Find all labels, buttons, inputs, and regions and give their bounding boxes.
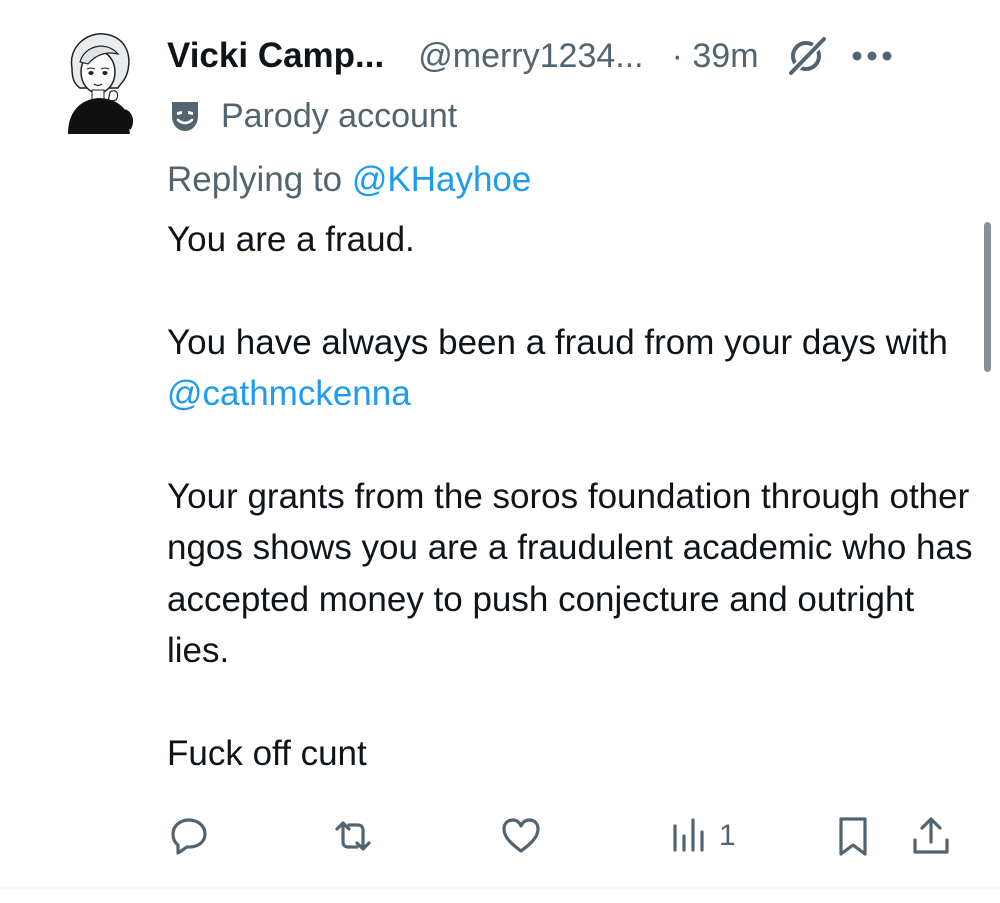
like-icon	[502, 818, 540, 853]
scrollbar[interactable]	[984, 222, 991, 372]
tweet-paragraph-3: Your grants from the soros foundation th…	[167, 477, 973, 671]
avatar-illustration	[68, 33, 134, 134]
tweet-timestamp[interactable]: · 39m	[672, 37, 759, 76]
author-handle[interactable]: @merry1234...	[418, 37, 643, 76]
reply-icon	[171, 818, 207, 855]
bookmark-icon	[839, 817, 867, 856]
action-bar: 1	[163, 812, 963, 860]
views-icon	[673, 818, 704, 852]
retweet-button[interactable]	[331, 812, 375, 860]
tweet-paragraph-2-text: You have always been a fraud from your d…	[167, 322, 948, 362]
reply-button[interactable]	[167, 812, 211, 860]
parody-mask-icon	[172, 102, 198, 131]
tweet-text: You are a fraud. You have always been a …	[167, 214, 977, 779]
like-button[interactable]	[499, 812, 543, 860]
tweet-paragraph-4: Fuck off cunt	[167, 734, 367, 774]
grok-icon[interactable]	[785, 34, 829, 78]
retweet-icon	[335, 821, 371, 851]
replying-prefix: Replying to	[167, 160, 352, 199]
bookmark-button[interactable]	[831, 812, 875, 860]
divider	[0, 887, 1000, 889]
tweet-line-1: You are a fraud.	[167, 220, 415, 259]
replying-to-line: Replying to @KHayhoe	[167, 156, 531, 204]
views-count: 1	[719, 819, 736, 852]
more-icon[interactable]	[851, 49, 893, 63]
tweet-paragraph-2: You have always been a fraud from your d…	[167, 317, 977, 420]
parody-label: Parody account	[167, 92, 457, 140]
mention-link[interactable]: @cathmckenna	[167, 374, 411, 413]
replying-to-mention[interactable]: @KHayhoe	[352, 160, 532, 199]
views-button[interactable]: 1	[667, 812, 736, 860]
parody-text: Parody account	[221, 96, 458, 135]
share-icon	[913, 817, 949, 854]
tweet-header: Vicki Camp... @merry1234... · 39m	[167, 30, 970, 82]
share-button[interactable]	[909, 812, 953, 860]
author-name[interactable]: Vicki Camp...	[167, 36, 384, 76]
avatar[interactable]	[58, 28, 142, 134]
